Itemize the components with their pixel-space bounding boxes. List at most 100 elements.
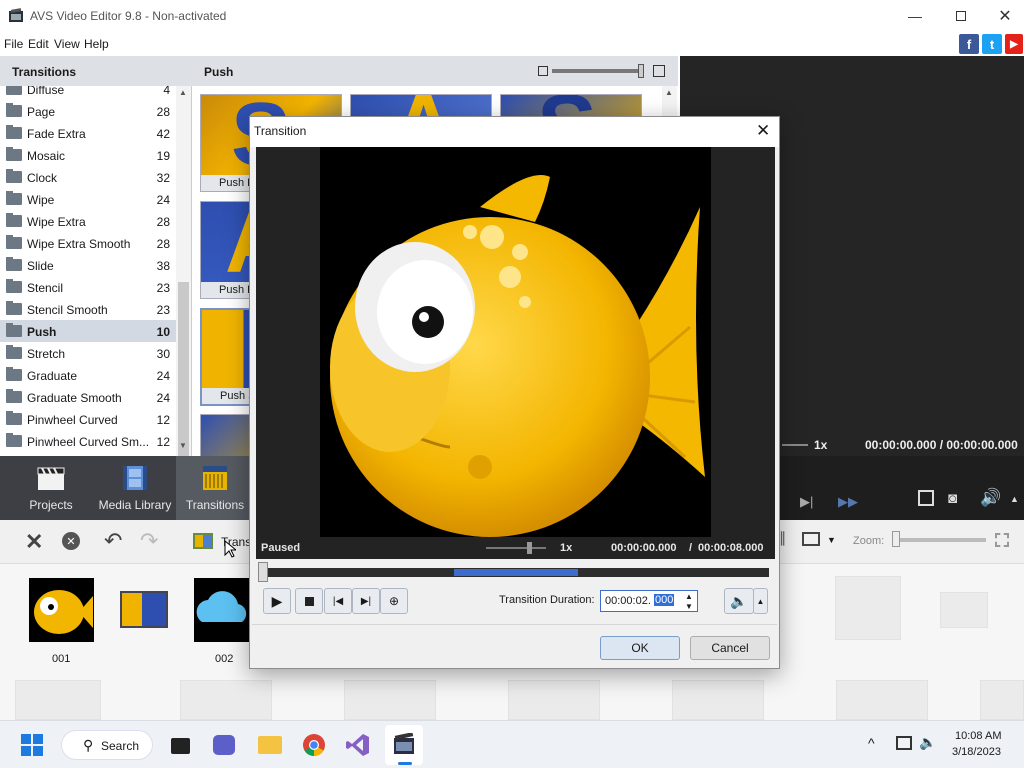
minimize-button[interactable]: — [892, 0, 938, 32]
taskbar-search[interactable]: ⚲ Search [61, 730, 153, 760]
tray-chevron-icon[interactable]: ^ [868, 735, 875, 751]
volume-up-icon[interactable]: ▲ [1010, 494, 1019, 504]
tab-label: Media Library [98, 498, 172, 512]
tab-projects[interactable]: Projects [18, 456, 84, 520]
category-row[interactable]: Pinwheel Curved Sm... 12 [0, 430, 176, 452]
transition-marker[interactable] [120, 591, 168, 628]
spin-down-icon[interactable]: ▼ [685, 602, 693, 611]
speed-slider[interactable] [486, 547, 546, 549]
task-view-icon[interactable] [171, 738, 190, 754]
category-row[interactable]: Stretch 30 [0, 342, 176, 364]
menu-help[interactable]: Help [84, 37, 109, 51]
tab-label: Projects [29, 498, 73, 512]
prev-frame-button[interactable]: |◀ [324, 588, 352, 614]
teams-icon[interactable] [213, 735, 235, 755]
chevron-down-icon[interactable]: ▼ [827, 535, 836, 545]
undo-icon[interactable]: ↶ [104, 528, 122, 554]
category-row[interactable]: Wipe Extra Smooth 28 [0, 232, 176, 254]
category-row[interactable]: Graduate Smooth 24 [0, 386, 176, 408]
delete-all-icon[interactable]: ✕ [62, 532, 80, 550]
thumb-size-slider[interactable] [552, 69, 644, 73]
category-row[interactable]: Wipe 24 [0, 188, 176, 210]
empty-slot [15, 680, 101, 720]
category-name: Wipe Extra [27, 215, 86, 229]
youtube-icon[interactable]: ▶ [1005, 34, 1023, 54]
dialog-title: Transition [250, 117, 779, 147]
visual-studio-icon[interactable] [346, 733, 370, 757]
category-count: 38 [156, 259, 170, 273]
film-strip-icon [123, 466, 147, 490]
clip-thumbnail[interactable] [29, 578, 94, 642]
volume-menu-button[interactable]: ▲ [753, 588, 768, 614]
monitor-icon[interactable] [802, 532, 820, 546]
next-icon[interactable]: ▶▶ [838, 494, 858, 510]
cancel-button[interactable]: Cancel [690, 636, 770, 660]
menu-view[interactable]: View [54, 37, 80, 51]
ok-button[interactable]: OK [600, 636, 680, 660]
category-row[interactable]: Wipe Extra 28 [0, 210, 176, 232]
small-thumbs-icon[interactable] [538, 66, 548, 76]
large-thumbs-icon[interactable] [653, 65, 665, 77]
category-name: Graduate Smooth [27, 391, 122, 405]
volume-button[interactable]: 🔈 [724, 588, 754, 614]
chrome-icon[interactable] [302, 733, 326, 757]
speed-handle[interactable] [527, 542, 532, 554]
fit-icon[interactable] [995, 533, 1009, 547]
category-row[interactable]: Stencil 23 [0, 276, 176, 298]
next-frame-button[interactable]: ▶| [352, 588, 380, 614]
category-row[interactable]: Mosaic 19 [0, 144, 176, 166]
redo-icon[interactable]: ↷ [140, 528, 158, 554]
play-icon: ▶ [271, 592, 283, 609]
dialog-seekbar[interactable] [258, 568, 769, 577]
fullscreen-icon[interactable] [918, 490, 934, 506]
play-button[interactable]: ▶ [263, 588, 291, 614]
app-icon [9, 8, 23, 22]
maximize-button[interactable] [938, 0, 984, 32]
fish-image [330, 175, 705, 537]
tab-transitions[interactable]: Transitions [176, 456, 254, 520]
spin-up-icon[interactable]: ▲ [685, 592, 693, 601]
category-row[interactable]: Pinwheel Curved 12 [0, 408, 176, 430]
category-row[interactable]: Push 10 [0, 320, 176, 342]
list-scrollbar[interactable]: ▲ ▼ [176, 86, 191, 482]
dialog-close-icon[interactable]: ✕ [756, 121, 770, 141]
snapshot-icon[interactable]: ◙ [948, 490, 957, 507]
zoom-icon: ⊕ [388, 594, 400, 608]
category-row[interactable]: Slide 38 [0, 254, 176, 276]
delete-icon[interactable]: ✕ [25, 529, 43, 555]
duration-prefix: 00:00:02. [605, 595, 651, 607]
speed-slider[interactable] [782, 444, 808, 446]
volume-icon[interactable]: 🔊 [980, 488, 1001, 508]
category-name: Slide [27, 259, 54, 273]
network-icon[interactable] [896, 736, 912, 750]
category-row[interactable]: Clock 32 [0, 166, 176, 188]
category-count: 10 [156, 325, 170, 339]
stop-button[interactable] [295, 588, 323, 614]
category-row[interactable]: Page 28 [0, 100, 176, 122]
tab-media-library[interactable]: Media Library [98, 456, 172, 520]
transition-film-icon [193, 533, 213, 549]
slider-handle[interactable] [638, 64, 644, 78]
twitter-icon[interactable]: t [982, 34, 1002, 54]
next-frame-icon[interactable]: ▶| [800, 494, 813, 510]
avs-taskbar-button[interactable] [385, 725, 423, 765]
seek-handle[interactable] [258, 562, 268, 582]
menu-file[interactable]: File [4, 37, 23, 51]
clock-date[interactable]: 3/18/2023 [952, 746, 1001, 758]
clock-time[interactable]: 10:08 AM [955, 730, 1001, 742]
category-row[interactable]: Stencil Smooth 23 [0, 298, 176, 320]
zoom-button[interactable]: ⊕ [380, 588, 408, 614]
category-row[interactable]: Graduate 24 [0, 364, 176, 386]
speaker-icon[interactable]: 🔈 [919, 734, 936, 751]
close-button[interactable]: ✕ [982, 0, 1024, 32]
windows-start-icon[interactable] [21, 734, 43, 756]
facebook-icon[interactable]: f [959, 34, 979, 54]
file-explorer-icon[interactable] [258, 736, 282, 754]
category-row[interactable]: Fade Extra 42 [0, 122, 176, 144]
zoom-slider[interactable] [896, 538, 986, 542]
menu-edit[interactable]: Edit [28, 37, 49, 51]
clip-thumbnail[interactable] [194, 578, 250, 642]
chevron-up-icon: ▲ [756, 596, 765, 606]
duration-input[interactable]: 00:00:02. 000 ▲ ▼ [600, 590, 698, 612]
zoom-handle[interactable] [892, 531, 900, 547]
